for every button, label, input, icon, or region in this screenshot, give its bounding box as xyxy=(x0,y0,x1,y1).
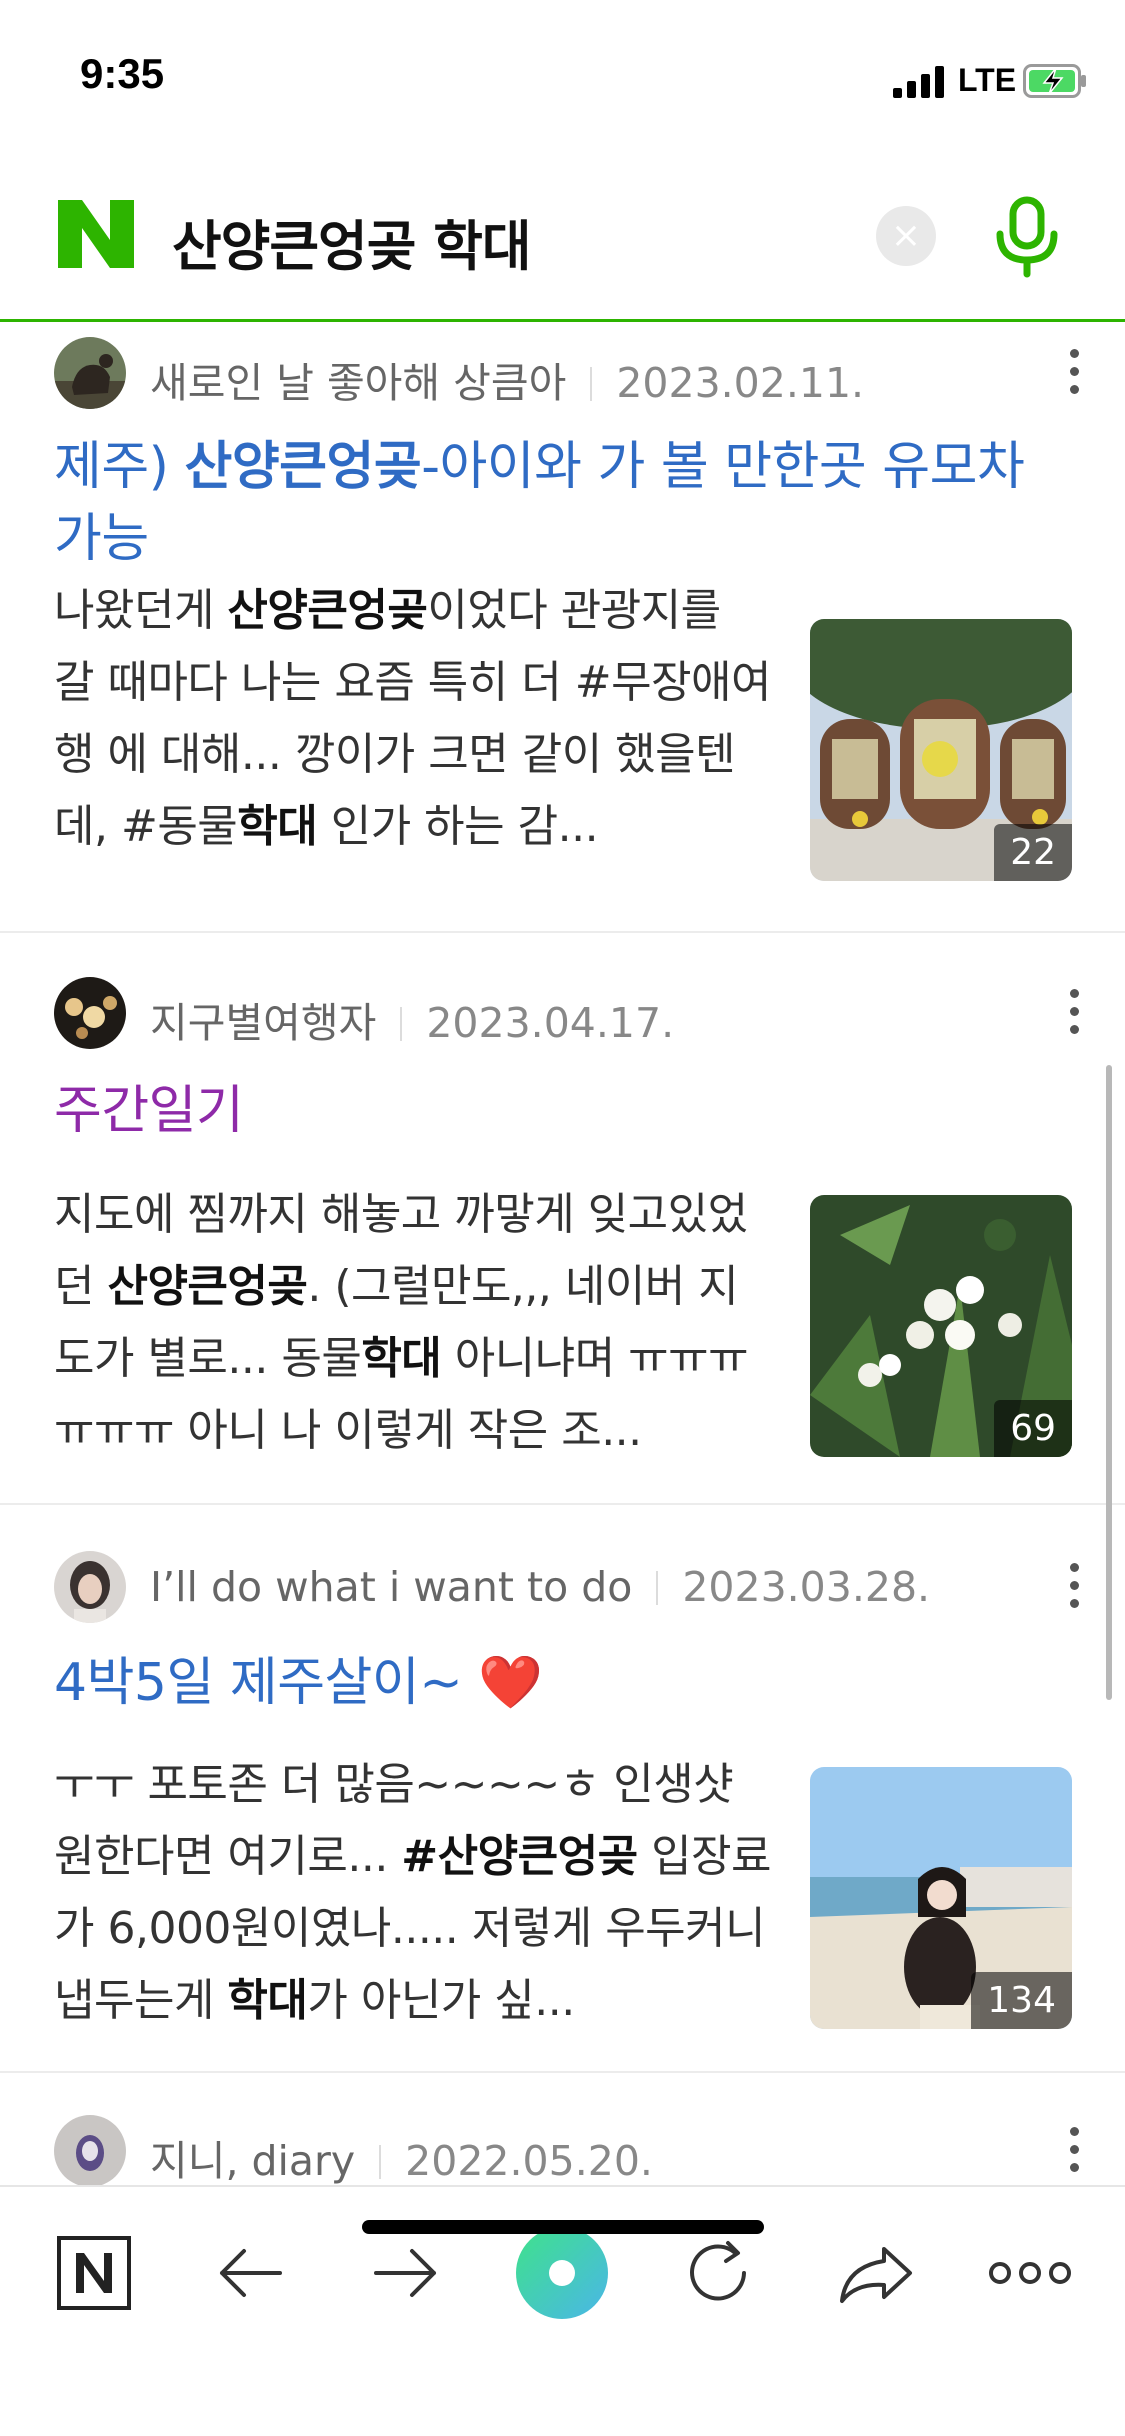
network-label: LTE xyxy=(958,62,1017,98)
more-options-button[interactable] xyxy=(1062,985,1086,1045)
more-horizontal-icon[interactable] xyxy=(980,2223,1080,2323)
result-thumbnail[interactable]: 134 xyxy=(810,1767,1072,2029)
post-date: 2023.04.17. xyxy=(426,999,675,1047)
result-title-link[interactable]: 4박5일 제주살이~ ❤️ xyxy=(54,1647,1074,1719)
more-options-button[interactable] xyxy=(1062,2123,1086,2183)
divider xyxy=(400,1007,403,1041)
search-input[interactable]: 산양큰엉곶 학대 xyxy=(172,202,532,281)
share-icon[interactable] xyxy=(824,2223,924,2323)
avatar[interactable] xyxy=(54,1551,126,1623)
signal-icon xyxy=(893,66,945,98)
back-arrow-icon[interactable] xyxy=(200,2223,300,2323)
author-name[interactable]: 새로인 날 좋아해 상큼아 xyxy=(150,359,566,407)
post-date: 2022.05.20. xyxy=(405,2137,653,2185)
photo-count-badge: 22 xyxy=(994,824,1072,881)
result-snippet[interactable]: ㅜㅜ 포토존 더 많음~~~~ㅎ 인생샷 원한다면 여기로... #산양큰엉곶 … xyxy=(54,1749,774,2037)
photo-count-badge: 69 xyxy=(994,1400,1072,1457)
result-card: 지구별여행자 2023.04.17. 주간일기 지도에 찜까지 해놓고 까맣게 잊… xyxy=(0,933,1125,1505)
result-title-link[interactable]: 제주) 산양큰엉곶-아이와 가 볼 만한곳 유모차 가능 xyxy=(54,431,1074,575)
green-dot-icon[interactable] xyxy=(512,2223,612,2323)
result-card: 지니, diary 2022.05.20. xyxy=(0,2073,1125,2185)
divider xyxy=(379,2145,382,2179)
refresh-icon[interactable] xyxy=(668,2223,768,2323)
naver-logo-icon[interactable] xyxy=(58,200,134,268)
author-name[interactable]: I’ll do what i want to do xyxy=(150,1563,632,1611)
result-card: I’ll do what i want to do 2023.03.28. 4박5… xyxy=(0,1505,1125,2073)
forward-arrow-icon[interactable] xyxy=(356,2223,456,2323)
result-thumbnail[interactable]: 69 xyxy=(810,1195,1072,1457)
search-results-list: 새로인 날 좋아해 상큼아 2023.02.11. 제주) 산양큰엉곶-아이와 가… xyxy=(0,325,1125,2185)
result-snippet[interactable]: 나왔던게 산양큰엉곶이었다 관광지를 갈 때마다 나는 요즘 특히 더 #무장애… xyxy=(54,575,774,863)
post-date: 2023.02.11. xyxy=(616,359,865,407)
more-options-button[interactable] xyxy=(1062,345,1086,405)
avatar[interactable] xyxy=(54,2115,126,2185)
home-indicator[interactable] xyxy=(362,2220,764,2234)
clear-search-button[interactable]: × xyxy=(876,206,936,266)
divider xyxy=(656,1571,659,1605)
result-title-link[interactable]: 주간일기 xyxy=(54,1075,1074,1147)
post-date: 2023.03.28. xyxy=(682,1563,931,1611)
divider xyxy=(590,367,593,401)
battery-charging-icon xyxy=(1023,64,1086,98)
author-name[interactable]: 지니, diary xyxy=(150,2137,355,2185)
avatar[interactable] xyxy=(54,977,126,1049)
photo-count-badge: 134 xyxy=(971,1972,1072,2029)
microphone-icon[interactable] xyxy=(992,196,1062,278)
close-icon: × xyxy=(890,215,922,256)
result-meta: 새로인 날 좋아해 상큼아 2023.02.11. xyxy=(54,337,1079,411)
result-meta: I’ll do what i want to do 2023.03.28. xyxy=(54,1551,1079,1625)
search-header: 산양큰엉곶 학대 × xyxy=(0,150,1125,322)
result-meta: 지니, diary 2022.05.20. xyxy=(54,2115,1079,2185)
result-card: 새로인 날 좋아해 상큼아 2023.02.11. 제주) 산양큰엉곶-아이와 가… xyxy=(0,325,1125,933)
result-snippet[interactable]: 지도에 찜까지 해놓고 까맣게 잊고있었던 산양큰엉곶. (그럴만도,,, 네이… xyxy=(54,1179,774,1467)
avatar[interactable] xyxy=(54,337,126,409)
status-bar: 9:35 LTE xyxy=(0,0,1125,150)
status-time: 9:35 xyxy=(80,50,165,97)
result-meta: 지구별여행자 2023.04.17. xyxy=(54,977,1079,1051)
author-name[interactable]: 지구별여행자 xyxy=(150,999,376,1047)
more-options-button[interactable] xyxy=(1062,1559,1086,1619)
result-thumbnail[interactable]: 22 xyxy=(810,619,1072,881)
naver-home-icon[interactable] xyxy=(44,2223,144,2323)
scroll-indicator[interactable] xyxy=(1106,1065,1112,1700)
